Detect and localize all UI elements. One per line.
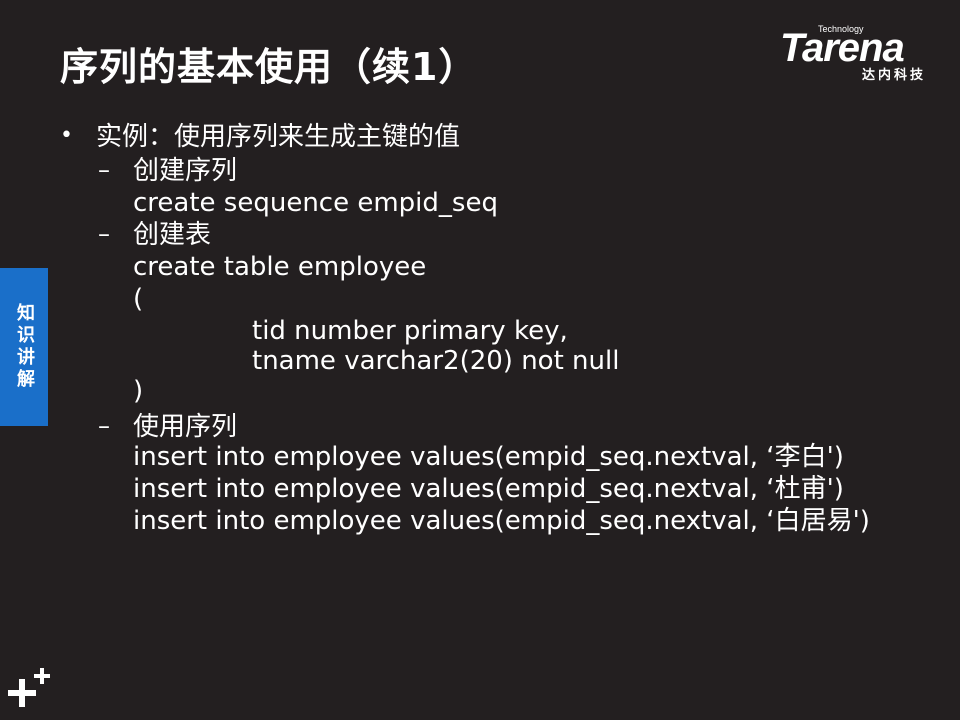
code-line: ) — [133, 376, 144, 406]
code-line: create sequence empid_seq — [133, 188, 498, 218]
dash-marker: – — [98, 156, 110, 184]
code-line: tname varchar2(20) not null — [252, 346, 620, 376]
code-line: insert into employee values(empid_seq.ne… — [133, 442, 844, 472]
side-tab: 知识讲解 — [0, 268, 48, 426]
code-line: insert into employee values(empid_seq.ne… — [133, 474, 844, 504]
code-line: tid number primary key, — [252, 316, 568, 346]
plus-icon — [8, 668, 50, 707]
dash-marker: – — [98, 412, 110, 440]
bullet-text: 实例：使用序列来生成主键的值 — [96, 122, 461, 152]
slide-title: 序列的基本使用（续1） — [60, 45, 478, 89]
logo-chinese: 达内科技 — [862, 68, 927, 83]
code-line: create table employee — [133, 252, 427, 282]
side-tab-label: 知识讲解 — [14, 303, 35, 391]
sub-heading: 创建表 — [133, 220, 212, 250]
sub-heading: 使用序列 — [133, 412, 238, 442]
dash-marker: – — [98, 220, 110, 248]
sub-heading: 创建序列 — [133, 156, 238, 186]
tarena-logo: Technology Tarena 达内科技 — [780, 22, 948, 84]
code-line: ( — [133, 284, 144, 314]
code-line: insert into employee values(empid_seq.ne… — [133, 506, 870, 536]
bullet-marker: • — [60, 123, 73, 148]
